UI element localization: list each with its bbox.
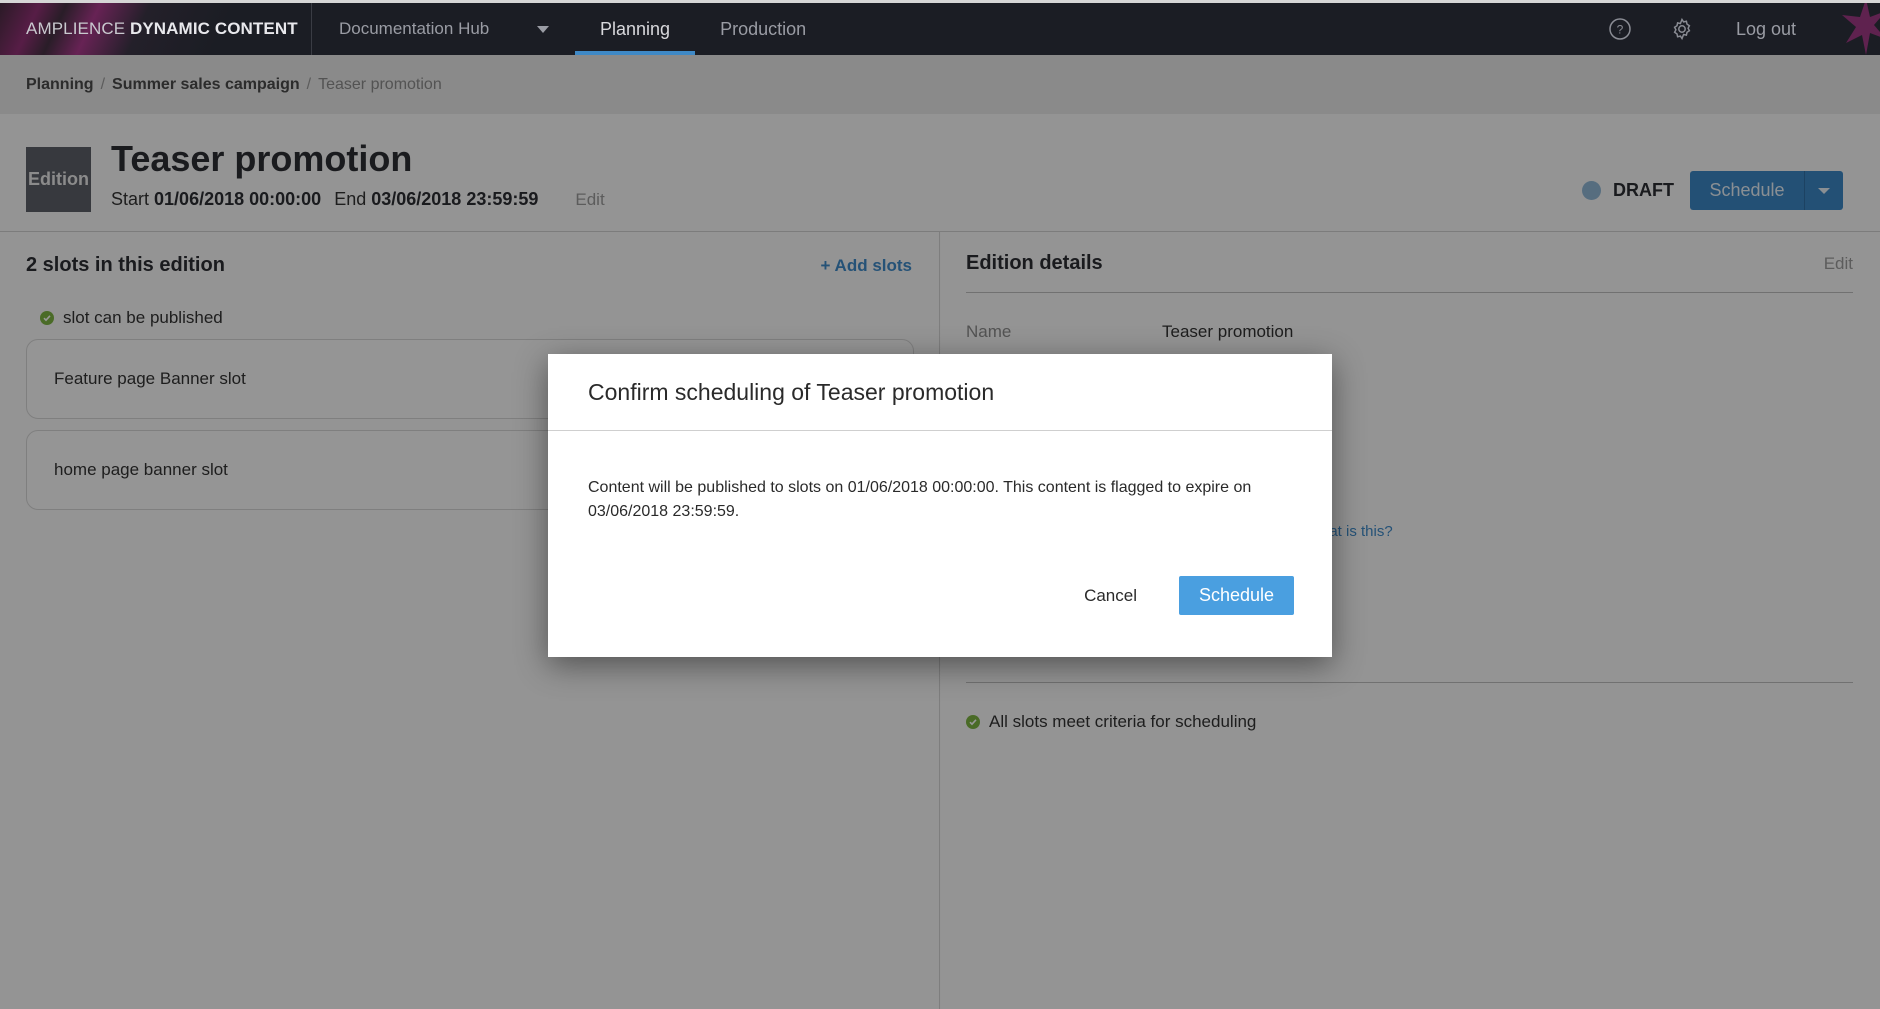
top-nav-bar: AMPLIENCE DYNAMIC CONTENT Documentation … — [0, 0, 1880, 55]
help-button[interactable]: ? — [1606, 15, 1634, 43]
dialog-title: Confirm scheduling of Teaser promotion — [548, 354, 1332, 431]
nav-actions: ? Log out — [1606, 3, 1880, 55]
confirm-schedule-button[interactable]: Schedule — [1179, 576, 1294, 615]
cancel-button[interactable]: Cancel — [1072, 578, 1149, 614]
star-decoration-icon — [1842, 3, 1880, 55]
brand-name: AMPLIENCE DYNAMIC CONTENT — [26, 19, 298, 39]
brand-name-bold: DYNAMIC CONTENT — [129, 19, 298, 38]
decorative-star — [1826, 3, 1880, 55]
tab-production[interactable]: Production — [695, 3, 831, 55]
hub-selector-label: Documentation Hub — [339, 19, 490, 38]
logout-link[interactable]: Log out — [1736, 19, 1796, 40]
svg-text:?: ? — [1617, 23, 1624, 37]
gear-icon — [1673, 17, 1691, 41]
hub-selector[interactable]: Documentation Hub — [312, 3, 575, 55]
confirm-schedule-dialog: Confirm scheduling of Teaser promotion C… — [548, 354, 1332, 657]
tab-planning[interactable]: Planning — [575, 3, 696, 55]
settings-button[interactable] — [1668, 15, 1696, 43]
dialog-actions: Cancel Schedule — [548, 576, 1332, 615]
chevron-down-icon — [537, 25, 549, 33]
help-circle-icon: ? — [1609, 18, 1631, 40]
brand-name-light: AMPLIENCE — [26, 19, 126, 38]
dialog-message: Content will be published to slots on 01… — [588, 479, 1252, 520]
brand-logo[interactable]: AMPLIENCE DYNAMIC CONTENT — [0, 3, 312, 55]
